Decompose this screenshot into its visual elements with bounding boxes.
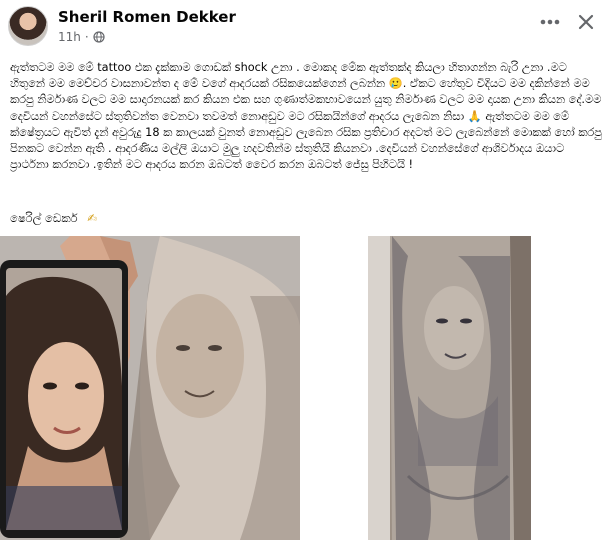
tattoo-photo-with-phone[interactable] (0, 236, 300, 540)
photo-gap (300, 236, 368, 540)
post-meta: 11h · (58, 30, 105, 44)
writing-hand-emoji-icon: ✍ (87, 211, 97, 225)
author-avatar[interactable] (8, 6, 48, 46)
tattoo-photo-arm[interactable] (368, 236, 531, 540)
post-time[interactable]: 11h (58, 30, 81, 44)
post-signature: ෂෙරිල් ඩෙකර් ✍ (10, 211, 97, 226)
photo-gap-right (531, 236, 610, 540)
author-name[interactable]: Sheril Romen Dekker (58, 8, 236, 26)
post-text: ඇත්තටම මම මේ tattoo එක දැක්කාම ගොඩක් sho… (10, 61, 602, 172)
signature-text: ෂෙරිල් ඩෙකර් (10, 211, 78, 225)
tattoo-photo-arm-image (368, 236, 531, 540)
post-body: ඇත්තටම මම මේ tattoo එක දැක්කාම ගොඩක් sho… (10, 60, 602, 173)
tattoo-photo-with-phone-image (0, 236, 300, 540)
close-icon[interactable] (574, 10, 598, 34)
post-header: Sheril Romen Dekker 11h · (0, 0, 610, 56)
facebook-post: Sheril Romen Dekker 11h · ඇත්තටම මම මේ t… (0, 0, 610, 540)
meta-separator: · (84, 30, 89, 44)
more-horizontal-icon[interactable] (536, 12, 564, 32)
globe-icon[interactable] (93, 31, 105, 43)
